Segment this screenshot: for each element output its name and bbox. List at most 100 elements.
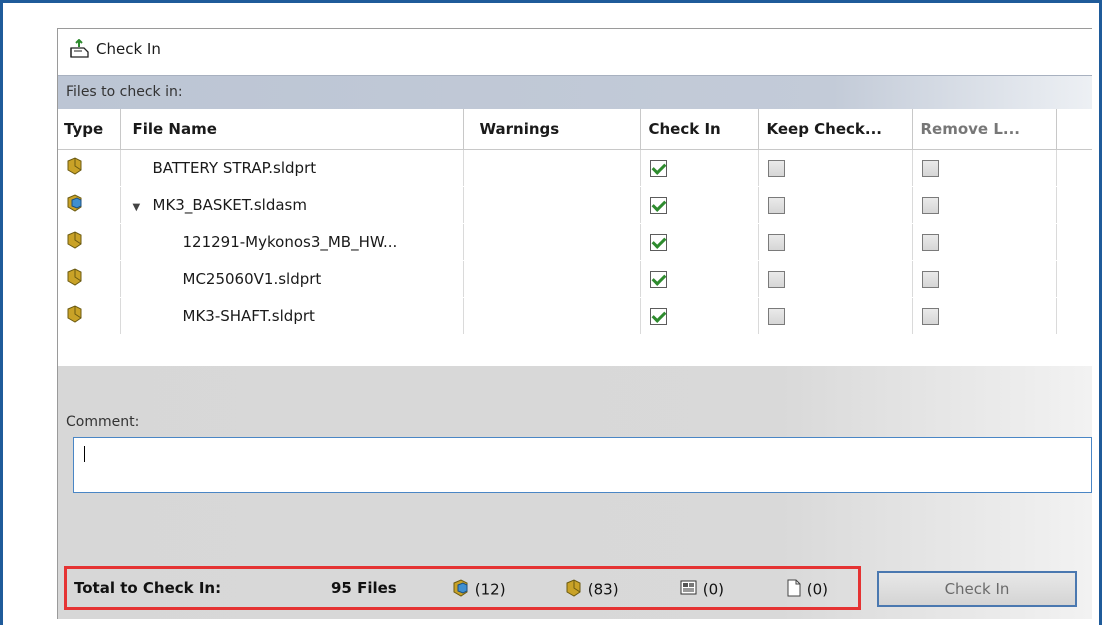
remove-local-cell	[912, 186, 1057, 224]
warnings-cell	[463, 297, 641, 335]
check-in-cell	[640, 186, 759, 224]
file-name: MK3-SHAFT.sldprt	[182, 307, 315, 325]
table-row[interactable]: MK3-SHAFT.sldprt	[58, 297, 1092, 335]
drawing-count: (0)	[680, 579, 724, 601]
keep-checked-out-checkbox[interactable]	[767, 308, 785, 325]
check-in-checkbox[interactable]	[649, 271, 667, 288]
drawing-count-value: (0)	[702, 580, 725, 599]
part-icon	[563, 579, 583, 601]
file-name: BATTERY STRAP.sldprt	[152, 159, 317, 177]
remove-local-checkbox[interactable]	[921, 308, 939, 325]
file-name-cell[interactable]: MC25060V1.sldprt	[120, 260, 464, 298]
check-in-cell	[640, 149, 759, 187]
keep-checked-out-checkbox[interactable]	[767, 160, 785, 177]
type-cell	[58, 260, 121, 298]
other-file-count-value: (0)	[806, 580, 829, 599]
keep-checked-out-cell	[758, 297, 913, 335]
assembly-icon	[450, 579, 470, 601]
part-icon	[64, 305, 84, 327]
keep-checked-out-cell	[758, 186, 913, 224]
remove-local-cell	[912, 260, 1057, 298]
type-cell	[58, 223, 121, 261]
dialog-title-bar: Check In	[58, 29, 1092, 75]
check-in-checkbox[interactable]	[649, 160, 667, 177]
keep-checked-out-cell	[758, 260, 913, 298]
remove-local-checkbox[interactable]	[921, 160, 939, 177]
assembly-icon	[64, 194, 84, 216]
part-icon	[64, 231, 84, 253]
file-name-cell[interactable]: ▼ MK3_BASKET.sldasm	[120, 186, 464, 224]
table-header-row: Type File Name Warnings Check In Keep Ch…	[58, 109, 1092, 150]
remove-local-cell	[912, 149, 1057, 187]
warnings-cell	[463, 149, 641, 187]
keep-checked-out-checkbox[interactable]	[767, 271, 785, 288]
file-name: 121291-Mykonos3_MB_HW...	[182, 233, 398, 251]
assembly-count: (12)	[450, 579, 506, 601]
table-row[interactable]: MC25060V1.sldprt	[58, 260, 1092, 298]
table-row[interactable]: BATTERY STRAP.sldprt	[58, 149, 1092, 187]
column-header-filler	[1056, 109, 1092, 150]
other-file-count: (0)	[786, 579, 828, 601]
column-header-file-name[interactable]: File Name	[120, 109, 464, 150]
column-header-remove-local[interactable]: Remove L...	[912, 109, 1057, 150]
part-icon	[64, 157, 84, 179]
files-grid: Type File Name Warnings Check In Keep Ch…	[58, 109, 1092, 423]
check-in-button[interactable]: Check In	[877, 571, 1077, 607]
check-in-checkbox[interactable]	[649, 234, 667, 251]
assembly-count-value: (12)	[474, 580, 506, 599]
file-name-cell[interactable]: 121291-Mykonos3_MB_HW...	[120, 223, 464, 261]
check-in-checkbox[interactable]	[649, 197, 667, 214]
warnings-cell	[463, 223, 641, 261]
filler-cell	[1056, 186, 1092, 224]
remove-local-cell	[912, 297, 1057, 335]
keep-checked-out-cell	[758, 149, 913, 187]
total-files-count: 95 Files	[331, 579, 397, 597]
warnings-cell	[463, 186, 641, 224]
dialog-title: Check In	[96, 40, 161, 58]
column-header-check-in[interactable]: Check In	[640, 109, 759, 150]
text-cursor	[84, 446, 85, 462]
type-cell	[58, 297, 121, 335]
comment-label: Comment:	[66, 414, 140, 430]
drawing-icon	[680, 579, 698, 601]
total-label: Total to Check In:	[74, 579, 222, 597]
check-in-checkbox[interactable]	[649, 308, 667, 325]
file-name-cell[interactable]: MK3-SHAFT.sldprt	[120, 297, 464, 335]
warnings-cell	[463, 260, 641, 298]
column-header-warnings[interactable]: Warnings	[463, 109, 641, 150]
comment-input[interactable]	[73, 437, 1092, 493]
type-cell	[58, 149, 121, 187]
part-icon	[64, 268, 84, 290]
table-row[interactable]: ▼ MK3_BASKET.sldasm	[58, 186, 1092, 224]
part-count-value: (83)	[587, 580, 619, 599]
files-section-label: Files to check in:	[66, 84, 183, 100]
keep-checked-out-checkbox[interactable]	[767, 197, 785, 214]
files-table: Type File Name Warnings Check In Keep Ch…	[58, 109, 1092, 335]
type-cell	[58, 186, 121, 224]
files-section-header: Files to check in:	[58, 75, 1092, 110]
check-in-dialog: Check In Files to check in: Type File Na…	[57, 28, 1092, 619]
file-name: MK3_BASKET.sldasm	[152, 196, 307, 214]
keep-checked-out-checkbox[interactable]	[767, 234, 785, 251]
remove-local-checkbox[interactable]	[921, 197, 939, 214]
filler-cell	[1056, 149, 1092, 187]
filler-cell	[1056, 260, 1092, 298]
remove-local-checkbox[interactable]	[921, 271, 939, 288]
keep-checked-out-cell	[758, 223, 913, 261]
column-header-keep-checked-out[interactable]: Keep Check...	[758, 109, 913, 150]
column-header-type[interactable]: Type	[58, 109, 121, 150]
check-in-cell	[640, 260, 759, 298]
remove-local-checkbox[interactable]	[921, 234, 939, 251]
check-in-cell	[640, 297, 759, 335]
part-count: (83)	[563, 579, 619, 601]
remove-local-cell	[912, 223, 1057, 261]
file-name: MC25060V1.sldprt	[182, 270, 322, 288]
check-in-icon	[68, 38, 90, 63]
filler-cell	[1056, 297, 1092, 335]
filler-cell	[1056, 223, 1092, 261]
document-icon	[786, 579, 802, 601]
check-in-cell	[640, 223, 759, 261]
collapse-caret-icon[interactable]: ▼	[133, 202, 153, 213]
table-row[interactable]: 121291-Mykonos3_MB_HW...	[58, 223, 1092, 261]
file-name-cell[interactable]: BATTERY STRAP.sldprt	[120, 149, 464, 187]
